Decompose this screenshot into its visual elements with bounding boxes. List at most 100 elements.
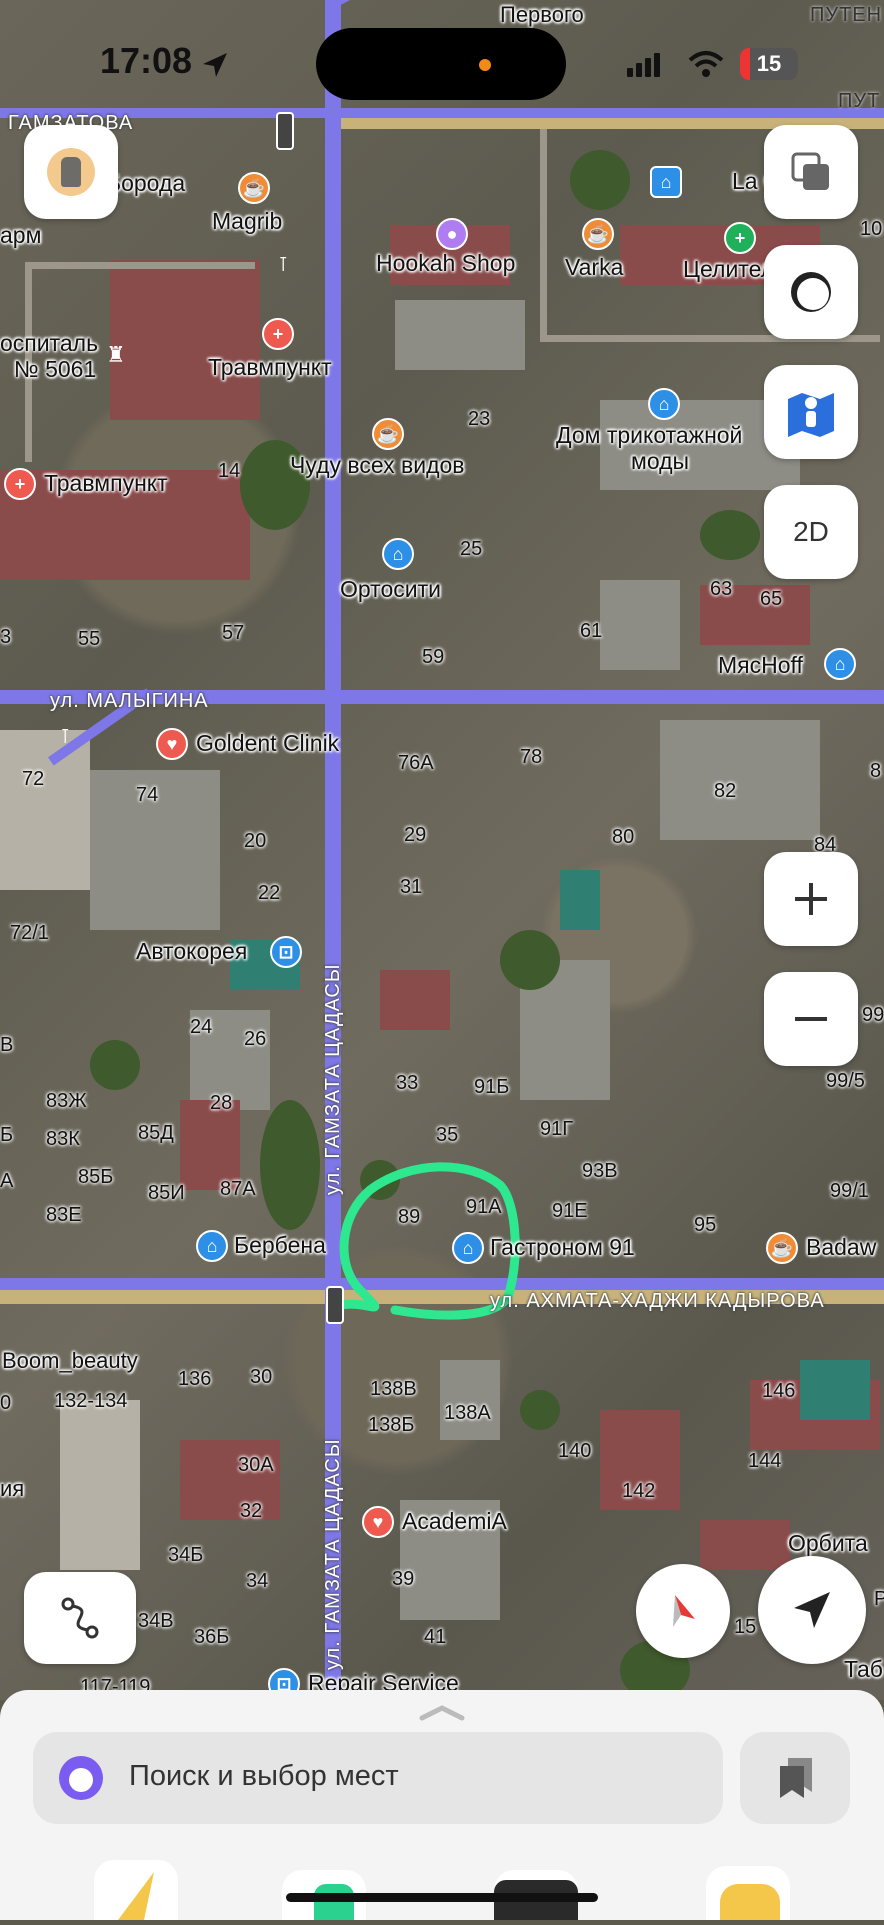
house-number: 39 — [392, 1568, 415, 1590]
street-label: ул. МАЛЫГИНА — [50, 690, 209, 712]
shop-icon[interactable]: ⌂ — [650, 166, 682, 198]
alice-assistant-button[interactable] — [764, 245, 858, 339]
house-number: 23 — [468, 408, 491, 430]
place-label[interactable]: арм — [0, 222, 41, 249]
home-indicator[interactable] — [286, 1893, 598, 1902]
house-number: 30А — [238, 1454, 274, 1476]
house-number: 61 — [580, 620, 603, 642]
building — [180, 1440, 280, 1520]
search-bar[interactable]: Поиск и выбор мест — [33, 1732, 723, 1824]
zoom-out-button[interactable] — [764, 972, 858, 1066]
building — [600, 580, 680, 670]
pharmacy-icon[interactable]: + — [724, 222, 756, 254]
recording-indicator-icon — [479, 59, 491, 71]
bookmarks-button[interactable] — [740, 1732, 850, 1824]
medical-icon[interactable]: + — [4, 468, 36, 500]
house-number: 36Б — [194, 1626, 230, 1648]
house-number: 35 — [436, 1124, 459, 1146]
shop-icon[interactable]: ⌂ — [452, 1232, 484, 1264]
place-label[interactable]: ия — [0, 1476, 24, 1502]
plus-icon — [795, 883, 827, 915]
shop-icon[interactable]: ⌂ — [382, 538, 414, 570]
street-label: ул. ГАМЗАТА ЦАДАСЫ — [322, 1438, 344, 1670]
sheet-handle-chevron-icon[interactable] — [418, 1704, 466, 1722]
street-label: ул. АХМАТА-ХАДЖИ КАДЫРОВА — [490, 1290, 825, 1312]
house-number: 91Б — [474, 1076, 510, 1098]
car-service-icon[interactable]: ⊡ — [270, 936, 302, 968]
place-label[interactable]: Goldent Clinik — [196, 730, 339, 757]
my-location-button[interactable] — [758, 1556, 866, 1664]
cafe-icon[interactable]: ☕ — [372, 418, 404, 450]
minor-road — [540, 120, 547, 340]
house-number: 31 — [400, 876, 423, 898]
place-label[interactable]: Ортосити — [340, 576, 441, 603]
place-label[interactable]: Boom_beauty — [2, 1348, 138, 1374]
route-squiggle-icon — [61, 1597, 99, 1639]
place-label[interactable]: Гастроном 91 — [490, 1234, 635, 1261]
place-label[interactable]: Целител — [683, 256, 774, 283]
place-label[interactable]: Травмпункт — [44, 470, 168, 497]
house-number: 34В — [138, 1610, 174, 1632]
cafe-icon[interactable]: ☕ — [582, 218, 614, 250]
house-number: 85И — [148, 1182, 185, 1204]
shop-icon[interactable]: ⌂ — [824, 648, 856, 680]
battery-icon: 15 — [740, 48, 798, 80]
route-button[interactable] — [24, 1572, 136, 1664]
shop-icon[interactable]: ⌂ — [196, 1230, 228, 1262]
service-tile-taxi[interactable] — [706, 1866, 790, 1920]
place-label[interactable]: Hookah Shop — [376, 250, 515, 277]
place-label[interactable]: МясHoff — [718, 652, 803, 679]
dental-icon[interactable]: ♥ — [362, 1506, 394, 1538]
house-number: 85Д — [138, 1122, 174, 1144]
place-label[interactable]: Дом трикотажной — [556, 422, 742, 449]
place-label[interactable]: Травмпункт — [208, 354, 332, 381]
place-label[interactable]: Magrib — [212, 208, 282, 235]
navigation-arrow-icon — [794, 1592, 830, 1628]
house-number: 89 — [398, 1206, 421, 1228]
wifi-icon — [688, 51, 724, 77]
place-label[interactable]: оспиталь — [0, 330, 98, 357]
taxi-icon — [720, 1884, 780, 1920]
house-number: 138А — [444, 1402, 491, 1424]
house-number: 99 — [862, 1004, 884, 1026]
service-tile-navigator[interactable] — [94, 1860, 178, 1920]
hookah-icon[interactable]: ● — [436, 218, 468, 250]
place-label[interactable]: AcademiA — [402, 1508, 507, 1535]
house-number: 34 — [246, 1570, 269, 1592]
place-label[interactable]: Орбита — [788, 1530, 868, 1557]
place-label[interactable]: Бербена — [234, 1232, 326, 1259]
place-label[interactable]: Автокорея — [136, 938, 247, 965]
minus-icon — [795, 1017, 827, 1021]
profile-avatar-button[interactable] — [24, 125, 118, 219]
building — [0, 730, 90, 890]
place-label[interactable]: Varka — [565, 254, 623, 281]
place-label[interactable]: моды — [631, 448, 689, 475]
dental-icon[interactable]: ♥ — [156, 728, 188, 760]
place-label[interactable]: Badaw — [806, 1234, 876, 1261]
search-placeholder[interactable]: Поиск и выбор мест — [129, 1760, 399, 1793]
house-number: 85Б — [78, 1166, 114, 1188]
moai-icon — [61, 157, 81, 187]
compass-button[interactable] — [636, 1564, 730, 1658]
panorama-button[interactable] — [764, 365, 858, 459]
shop-icon[interactable]: ⌂ — [648, 388, 680, 420]
cafe-icon[interactable]: ☕ — [238, 172, 270, 204]
cafe-icon[interactable]: ☕ — [766, 1232, 798, 1264]
house-number: В — [0, 1034, 14, 1056]
layers-button[interactable] — [764, 125, 858, 219]
place-label[interactable]: Чуду всех видов — [290, 452, 465, 479]
house-number: 20 — [244, 830, 267, 852]
map-view[interactable]: ⊺ ⊺ ♜ ГАМЗАТОВА ул. МАЛЫГИНА ул. АХМАТА-… — [0, 0, 884, 1700]
house-number: 136 — [178, 1368, 212, 1390]
house-number: 91А — [466, 1196, 502, 1218]
2d-toggle-button[interactable]: 2D — [764, 485, 858, 579]
place-label[interactable]: Таб — [844, 1656, 883, 1683]
medical-icon[interactable]: + — [262, 318, 294, 350]
house-number: Б — [0, 1124, 14, 1146]
place-label[interactable]: № 5061 — [14, 356, 96, 383]
tree — [90, 1040, 140, 1090]
battery-percent: 15 — [756, 51, 782, 76]
house-number: 83К — [46, 1128, 80, 1150]
zoom-in-button[interactable] — [764, 852, 858, 946]
building — [560, 870, 600, 930]
